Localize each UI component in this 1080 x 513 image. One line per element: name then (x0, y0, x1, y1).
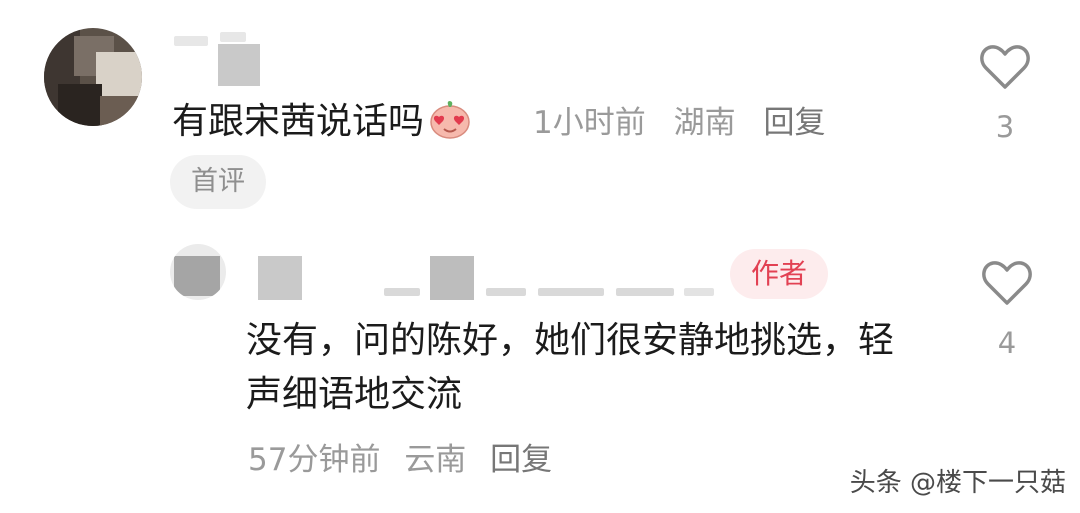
author-avatar[interactable] (170, 244, 226, 300)
like-count: 3 (995, 110, 1015, 144)
reply-meta: 57分钟前 云南 回复 (248, 438, 566, 482)
comment-meta: 1小时前 湖南 回复 (533, 103, 843, 143)
author-badge: 作者 (730, 249, 828, 299)
first-comment-tag: 首评 (170, 155, 266, 209)
reply-like-count: 4 (997, 326, 1017, 360)
heart-outline-icon (980, 45, 1030, 89)
reply-location: 云南 (404, 442, 467, 478)
commenter-avatar[interactable] (44, 28, 142, 126)
commenter-name-redacted (174, 30, 262, 86)
reply-to-reply-button[interactable]: 回复 (490, 442, 552, 478)
reply-text: 没有，问的陈好，她们很安静地挑选，轻声细语地交流 (246, 320, 895, 415)
reply-time: 57分钟前 (248, 442, 381, 478)
source-watermark: 头条 @楼下一只菇 (849, 468, 1066, 498)
reply-button[interactable]: 回复 (763, 105, 825, 141)
author-name-redacted (254, 252, 724, 300)
heart-eyes-face-icon (428, 99, 472, 139)
comment-time: 1小时前 (533, 105, 646, 141)
like-button[interactable] (978, 42, 1032, 92)
comment-body: 有跟宋茜说话吗 (172, 101, 425, 142)
comment-location: 湖南 (673, 105, 736, 141)
heart-outline-icon (982, 261, 1032, 305)
comment-text: 有跟宋茜说话吗 (172, 98, 472, 146)
reply-like-button[interactable] (980, 258, 1034, 308)
